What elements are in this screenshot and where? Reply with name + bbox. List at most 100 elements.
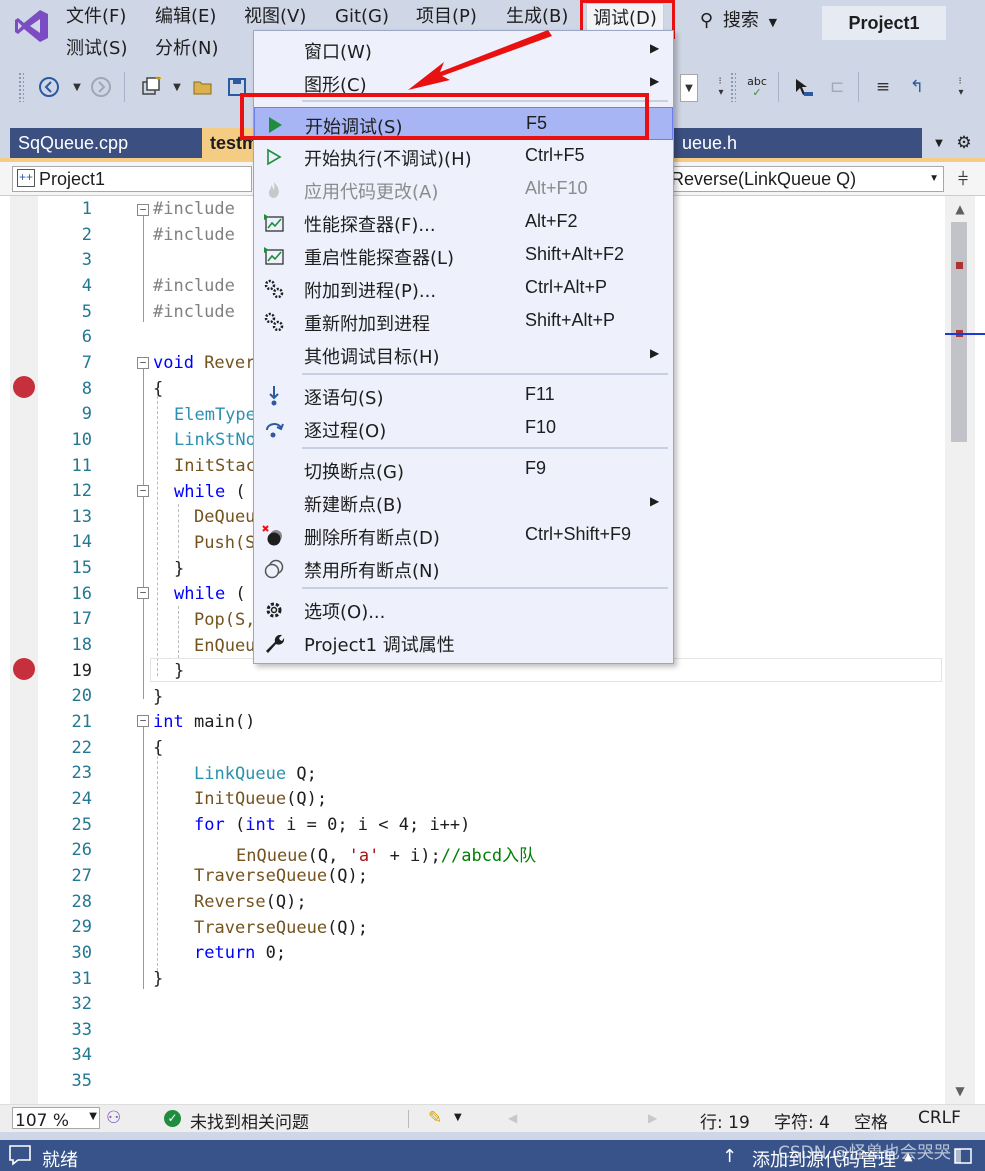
intellicode-icon[interactable]: ⚇: [106, 1108, 121, 1128]
menu-edit[interactable]: 编辑(E): [155, 2, 216, 32]
project-dropdown[interactable]: ++ Project1: [12, 166, 252, 192]
debug-menu-item-8[interactable]: 重新附加到进程 Shift+Alt+P: [254, 305, 673, 338]
debug-menu-item-2[interactable]: 开始调试(S) F5: [254, 107, 673, 140]
debug-menu-item-0[interactable]: 窗口(W) ▶: [254, 33, 673, 66]
menu-git[interactable]: Git(G): [335, 2, 389, 32]
open-folder-icon[interactable]: [190, 74, 216, 100]
toolbar-grip[interactable]: [730, 72, 736, 102]
menu-build[interactable]: 生成(B): [506, 2, 568, 32]
tab-list-dropdown-icon[interactable]: ▼: [928, 132, 950, 154]
uncomment-lines-icon[interactable]: ↰: [904, 74, 930, 100]
breakpoint-icon[interactable]: [13, 658, 35, 680]
cleanup-brush-icon[interactable]: ✎: [428, 1108, 442, 1128]
toolbar-grip[interactable]: [18, 72, 24, 102]
repository-icon[interactable]: [952, 1145, 974, 1170]
step-into-icon: [262, 384, 286, 408]
chevron-down-icon[interactable]: ▼: [454, 1112, 462, 1123]
line-number: 24: [71, 788, 92, 809]
back-dropdown-icon[interactable]: ▼: [64, 74, 90, 100]
search-box[interactable]: ⚲ 搜索 ▼: [700, 6, 777, 36]
whitespace-indicator[interactable]: 空格: [854, 1108, 888, 1133]
gears-icon: [262, 277, 286, 301]
new-project-icon[interactable]: [138, 74, 164, 100]
back-icon[interactable]: [36, 74, 62, 100]
menu-analyze[interactable]: 分析(N): [155, 34, 219, 64]
line-indicator[interactable]: 行: 19: [700, 1108, 750, 1133]
debug-menu-item-3[interactable]: 开始执行(不调试)(H) Ctrl+F5: [254, 140, 673, 173]
spell-check-icon[interactable]: abc ✓: [744, 74, 770, 100]
code-line-10: LinkStNo: [174, 430, 256, 450]
debug-menu-item-1[interactable]: 图形(C) ▶: [254, 66, 673, 99]
menu-item-shortcut: Shift+Alt+F2: [525, 244, 625, 264]
menu-file[interactable]: 文件(F): [66, 2, 126, 32]
debug-menu-item-14[interactable]: 删除所有断点(D) Ctrl+Shift+F9: [254, 519, 673, 552]
debug-menu-item-6[interactable]: 重启性能探查器(L) Shift+Alt+F2: [254, 239, 673, 272]
menu-test[interactable]: 测试(S): [66, 34, 127, 64]
line-number: 19: [71, 660, 92, 681]
code-line-17: Pop(S,: [194, 610, 256, 630]
debug-menu-item-16[interactable]: 选项(O)...: [254, 593, 673, 626]
debug-menu-item-11[interactable]: 逐过程(O) F10: [254, 412, 673, 445]
forward-icon[interactable]: [88, 74, 114, 100]
new-dropdown-icon[interactable]: ▼: [164, 74, 190, 100]
code-line-21: int main(): [153, 712, 256, 732]
code-line-26: EnQueue(Q, 'a' + i);//abcd入队: [236, 846, 537, 866]
comment-lines-icon[interactable]: ≡: [870, 74, 896, 100]
char-indicator[interactable]: 字符: 4: [774, 1108, 830, 1133]
menu-project[interactable]: 项目(P): [416, 2, 477, 32]
debug-menu-item-7[interactable]: 附加到进程(P)... Ctrl+Alt+P: [254, 272, 673, 305]
tab-testm[interactable]: testm: [202, 128, 258, 158]
scroll-up-icon[interactable]: ▲: [952, 202, 968, 216]
debug-menu-item-9[interactable]: 其他调试目标(H) ▶: [254, 338, 673, 371]
debug-menu-item-5[interactable]: 性能探查器(F)... Alt+F2: [254, 206, 673, 239]
split-editor-icon[interactable]: ⫩: [950, 166, 976, 192]
debug-menu-item-13[interactable]: 新建断点(B) ▶: [254, 486, 673, 519]
scroll-left-icon[interactable]: ◀: [508, 1111, 517, 1125]
code-line-14: Push(S: [194, 533, 256, 553]
fold-toggle[interactable]: −: [137, 204, 149, 216]
debug-menu-item-12[interactable]: 切换断点(G) F9: [254, 453, 673, 486]
line-number: 1: [81, 199, 92, 219]
config-dropdown[interactable]: ▼: [680, 74, 698, 102]
tab-sqqueue-cpp[interactable]: SqQueue.cpp: [10, 128, 202, 158]
code-line-24: InitQueue(Q);: [194, 789, 328, 809]
fold-toggle[interactable]: −: [137, 715, 149, 727]
debug-menu-item-10[interactable]: 逐语句(S) F11: [254, 379, 673, 412]
debug-menu-item-4: 应用代码更改(A) Alt+F10: [254, 173, 673, 206]
scroll-right-icon[interactable]: ▶: [648, 1111, 657, 1125]
line-number: 30: [71, 942, 92, 963]
menu-item-shortcut: Alt+F2: [525, 211, 578, 231]
code-line-9: ElemType: [174, 405, 256, 425]
notifications-icon[interactable]: [8, 1144, 32, 1171]
menu-item-label: 开始调试(S): [305, 117, 403, 138]
issues-status[interactable]: 未找到相关问题: [190, 1108, 309, 1133]
fold-toggle[interactable]: −: [137, 587, 149, 599]
vertical-scrollbar[interactable]: ▲ ▼: [945, 196, 985, 1104]
breakpoint-margin[interactable]: [10, 196, 38, 1104]
line-number: 31: [71, 968, 92, 989]
format-icon[interactable]: ⊏: [824, 74, 850, 100]
line-number: 11: [71, 455, 92, 476]
debug-menu-item-15[interactable]: 禁用所有断点(N): [254, 552, 673, 585]
fold-toggle[interactable]: −: [137, 357, 149, 369]
menu-item-label: 新建断点(B): [304, 495, 403, 516]
toolbar-separator: [778, 72, 779, 102]
toolbar-overflow-icon[interactable]: ⁝ ▾: [948, 74, 974, 100]
debug-menu-item-17[interactable]: Project1 调试属性: [254, 626, 673, 659]
tab-queue-h[interactable]: ueue.h: [674, 128, 922, 158]
code-line-29: TraverseQueue(Q);: [194, 918, 369, 938]
scroll-down-icon[interactable]: ▼: [952, 1084, 968, 1098]
save-icon[interactable]: [224, 74, 250, 100]
menu-view[interactable]: 视图(V): [244, 2, 306, 32]
cursor-select-icon[interactable]: [790, 74, 816, 100]
menu-item-label: 重启性能探查器(L): [304, 248, 455, 269]
breakpoint-icon[interactable]: [13, 376, 35, 398]
line-number: 21: [71, 712, 92, 732]
fold-toggle[interactable]: −: [137, 485, 149, 497]
line-ending-indicator[interactable]: CRLF: [918, 1108, 961, 1128]
zoom-dropdown[interactable]: 107 % ▼: [12, 1107, 100, 1131]
menu-item-label: 窗口(W): [304, 42, 372, 63]
member-dropdown[interactable]: Reverse(LinkQueue Q) ▼: [664, 166, 944, 192]
indent-guide: [157, 756, 158, 976]
gear-icon[interactable]: ⚙: [953, 132, 975, 154]
